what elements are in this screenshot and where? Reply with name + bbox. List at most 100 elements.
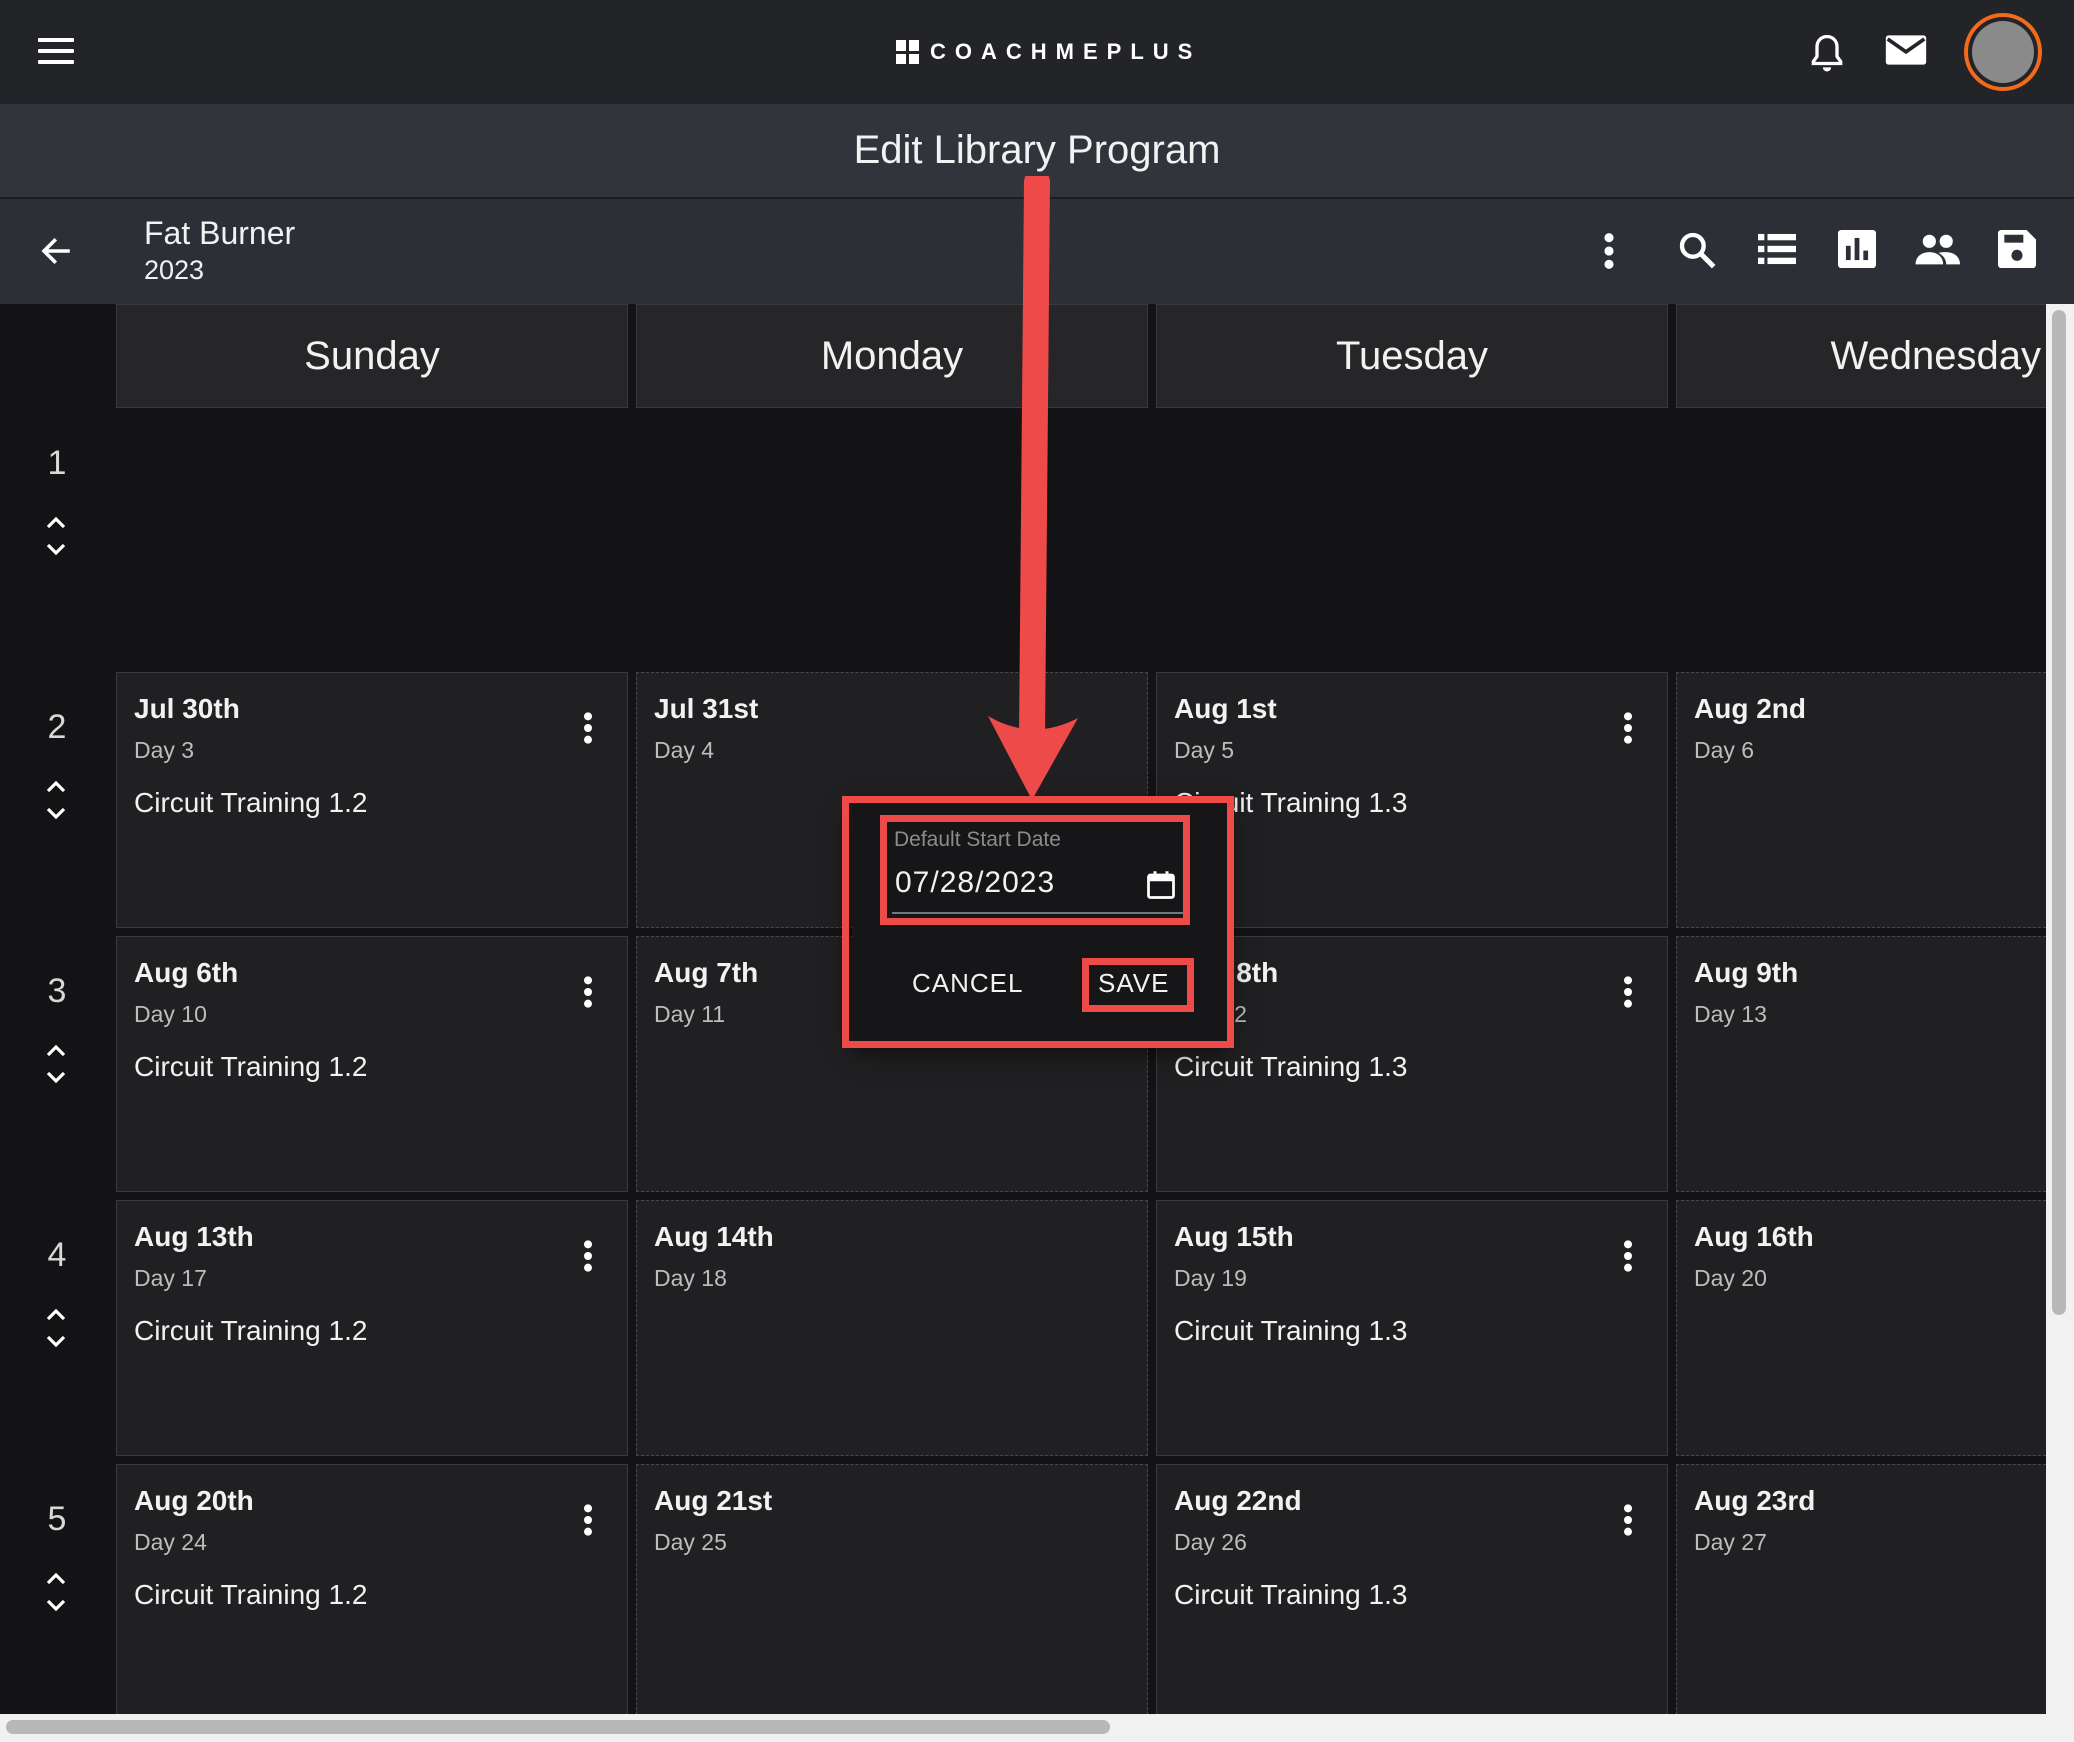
cell-day-number: Day 27 bbox=[1694, 1529, 1767, 1555]
calendar-day-cell[interactable]: Aug 22nd Day 26 Circuit Training 1.3 bbox=[1156, 1464, 1668, 1714]
cell-workout[interactable]: Circuit Training 1.3 bbox=[1174, 1315, 1407, 1347]
cell-date: Aug 13th bbox=[134, 1221, 254, 1252]
calendar-day-cell[interactable]: Aug 20th Day 24 Circuit Training 1.2 bbox=[116, 1464, 628, 1714]
horizontal-scrollbar-thumb[interactable] bbox=[6, 1720, 1110, 1734]
calendar-day-cell[interactable]: Aug 15th Day 19 Circuit Training 1.3 bbox=[1156, 1200, 1668, 1456]
bell-icon[interactable] bbox=[1807, 32, 1847, 76]
cell-day-number: Day 25 bbox=[654, 1529, 727, 1555]
cell-more-icon[interactable] bbox=[1623, 711, 1633, 745]
cell-day-number: Day 4 bbox=[654, 737, 715, 763]
cell-date: Aug 7th bbox=[654, 957, 759, 988]
cell-more-icon[interactable] bbox=[1623, 975, 1633, 1009]
save-button[interactable]: SAVE bbox=[1098, 968, 1169, 999]
calendar-day-cell[interactable]: Aug 13th Day 17 Circuit Training 1.2 bbox=[116, 1200, 628, 1456]
page-title: Edit Library Program bbox=[853, 128, 1221, 172]
reorder-week-icon[interactable] bbox=[45, 1044, 67, 1084]
mail-icon[interactable] bbox=[1884, 33, 1928, 67]
reorder-week-icon[interactable] bbox=[45, 780, 67, 820]
cell-date: Aug 2nd bbox=[1694, 693, 1806, 724]
reorder-week-icon[interactable] bbox=[45, 516, 67, 556]
week-number: 1 bbox=[47, 444, 67, 482]
cancel-button[interactable]: CANCEL bbox=[912, 968, 1023, 999]
cell-date: Jul 31st bbox=[654, 693, 759, 724]
logo-mark-icon bbox=[896, 40, 920, 64]
search-icon[interactable] bbox=[1677, 230, 1717, 270]
cell-day-number: Day 19 bbox=[1174, 1265, 1247, 1291]
week-number: 5 bbox=[47, 1500, 67, 1538]
cell-more-icon[interactable] bbox=[583, 1239, 593, 1273]
cell-day-number: Day 24 bbox=[134, 1529, 207, 1555]
day-header-wednesday: Wednesday bbox=[1676, 304, 2046, 408]
cell-date: Aug 6th bbox=[134, 957, 239, 988]
cell-more-icon[interactable] bbox=[583, 711, 593, 745]
cell-date: Aug 20th bbox=[134, 1485, 254, 1516]
cell-day-number: Day 26 bbox=[1174, 1529, 1247, 1555]
start-date-underline bbox=[892, 912, 1190, 914]
cell-day-number: Day 18 bbox=[654, 1265, 727, 1291]
calendar-day-cell[interactable]: Aug 8thDay 12Circuit Training 1.3 bbox=[1156, 936, 1668, 1192]
cell-date: Aug 16th bbox=[1694, 1221, 1814, 1252]
cell-day-number: Day 20 bbox=[1694, 1265, 1767, 1291]
cell-date: Aug 1st bbox=[1174, 693, 1277, 724]
top-app-bar: COACHMEPLUS bbox=[0, 0, 2074, 104]
hamburger-menu-icon[interactable] bbox=[38, 38, 74, 64]
start-date-input[interactable]: 07/28/2023 bbox=[895, 866, 1055, 900]
cell-date: Aug 14th bbox=[654, 1221, 774, 1252]
calendar-day-cell[interactable]: Aug 14th Day 18 bbox=[636, 1200, 1148, 1456]
cell-day-number: Day 5 bbox=[1174, 737, 1235, 763]
save-icon[interactable] bbox=[1998, 230, 2036, 268]
cell-day-number: Day 6 bbox=[1694, 737, 1755, 763]
cell-date: Aug 22nd bbox=[1174, 1485, 1302, 1516]
program-name: Fat Burner bbox=[144, 215, 296, 251]
week-number: 2 bbox=[47, 708, 67, 746]
brand-name: COACHMEPLUS bbox=[930, 39, 1202, 64]
cell-workout[interactable]: Circuit Training 1.2 bbox=[134, 1051, 367, 1083]
cell-date: Jul 30th bbox=[134, 693, 240, 724]
cell-workout[interactable]: Circuit Training 1.2 bbox=[134, 1315, 367, 1347]
calendar-day-cell[interactable]: Aug 1st Day 5 Circuit Training 1.3 bbox=[1156, 672, 1668, 928]
cell-workout[interactable]: Circuit Training 1.3 bbox=[1174, 1051, 1407, 1083]
calendar-icon[interactable] bbox=[1146, 870, 1176, 900]
start-date-dialog: Default Start Date 07/28/2023 CANCEL SAV… bbox=[852, 800, 1228, 1044]
calendar-day-cell[interactable]: Aug 6th Day 10 Circuit Training 1.2 bbox=[116, 936, 628, 1192]
cell-date: Aug 9th bbox=[1694, 957, 1799, 988]
week-number: 3 bbox=[47, 972, 67, 1010]
more-vert-icon[interactable] bbox=[1603, 232, 1615, 270]
avatar-image bbox=[1972, 21, 2034, 83]
calendar-day-cell[interactable]: Aug 9th Day 13 bbox=[1676, 936, 2046, 1192]
cell-date: Aug 23rd bbox=[1694, 1485, 1816, 1516]
cell-date: Aug 15th bbox=[1174, 1221, 1294, 1252]
annotation-arrow-icon bbox=[988, 176, 1078, 800]
cell-workout[interactable]: Circuit Training 1.3 bbox=[1174, 1579, 1407, 1611]
week-number: 4 bbox=[47, 1236, 67, 1274]
brand-logo: COACHMEPLUS bbox=[896, 38, 1201, 66]
cell-more-icon[interactable] bbox=[583, 1503, 593, 1537]
cell-day-number: Day 11 bbox=[654, 1001, 726, 1027]
cell-day-number: Day 10 bbox=[134, 1001, 207, 1027]
cell-day-number: Day 13 bbox=[1694, 1001, 1767, 1027]
cell-workout[interactable]: Circuit Training 1.2 bbox=[134, 1579, 367, 1611]
calendar-day-cell[interactable]: Aug 2nd Day 6 bbox=[1676, 672, 2046, 928]
people-icon[interactable] bbox=[1914, 233, 1960, 265]
calendar-day-cell[interactable]: Jul 30th Day 3 Circuit Training 1.2 bbox=[116, 672, 628, 928]
cell-more-icon[interactable] bbox=[1623, 1239, 1633, 1273]
cell-more-icon[interactable] bbox=[583, 975, 593, 1009]
calendar-day-cell[interactable]: Aug 21st Day 25 bbox=[636, 1464, 1148, 1714]
day-header-tuesday: Tuesday bbox=[1156, 304, 1668, 408]
program-year: 2023 bbox=[144, 255, 205, 285]
reorder-week-icon[interactable] bbox=[45, 1572, 67, 1612]
back-arrow-icon[interactable] bbox=[38, 233, 74, 269]
cell-workout[interactable]: Circuit Training 1.2 bbox=[134, 787, 367, 819]
reorder-week-icon[interactable] bbox=[45, 1308, 67, 1348]
day-header-sunday: Sunday bbox=[116, 304, 628, 408]
cell-day-number: Day 3 bbox=[134, 737, 195, 763]
cell-day-number: Day 17 bbox=[134, 1265, 207, 1291]
list-icon[interactable] bbox=[1758, 232, 1796, 266]
calendar-day-cell[interactable]: Aug 23rd Day 27 bbox=[1676, 1464, 2046, 1714]
start-date-label: Default Start Date bbox=[894, 828, 1061, 851]
avatar[interactable] bbox=[1964, 13, 2042, 91]
calendar-day-cell[interactable]: Aug 16th Day 20 bbox=[1676, 1200, 2046, 1456]
vertical-scrollbar-thumb[interactable] bbox=[2052, 310, 2066, 1315]
cell-more-icon[interactable] bbox=[1623, 1503, 1633, 1537]
bar-chart-icon[interactable] bbox=[1838, 230, 1876, 268]
